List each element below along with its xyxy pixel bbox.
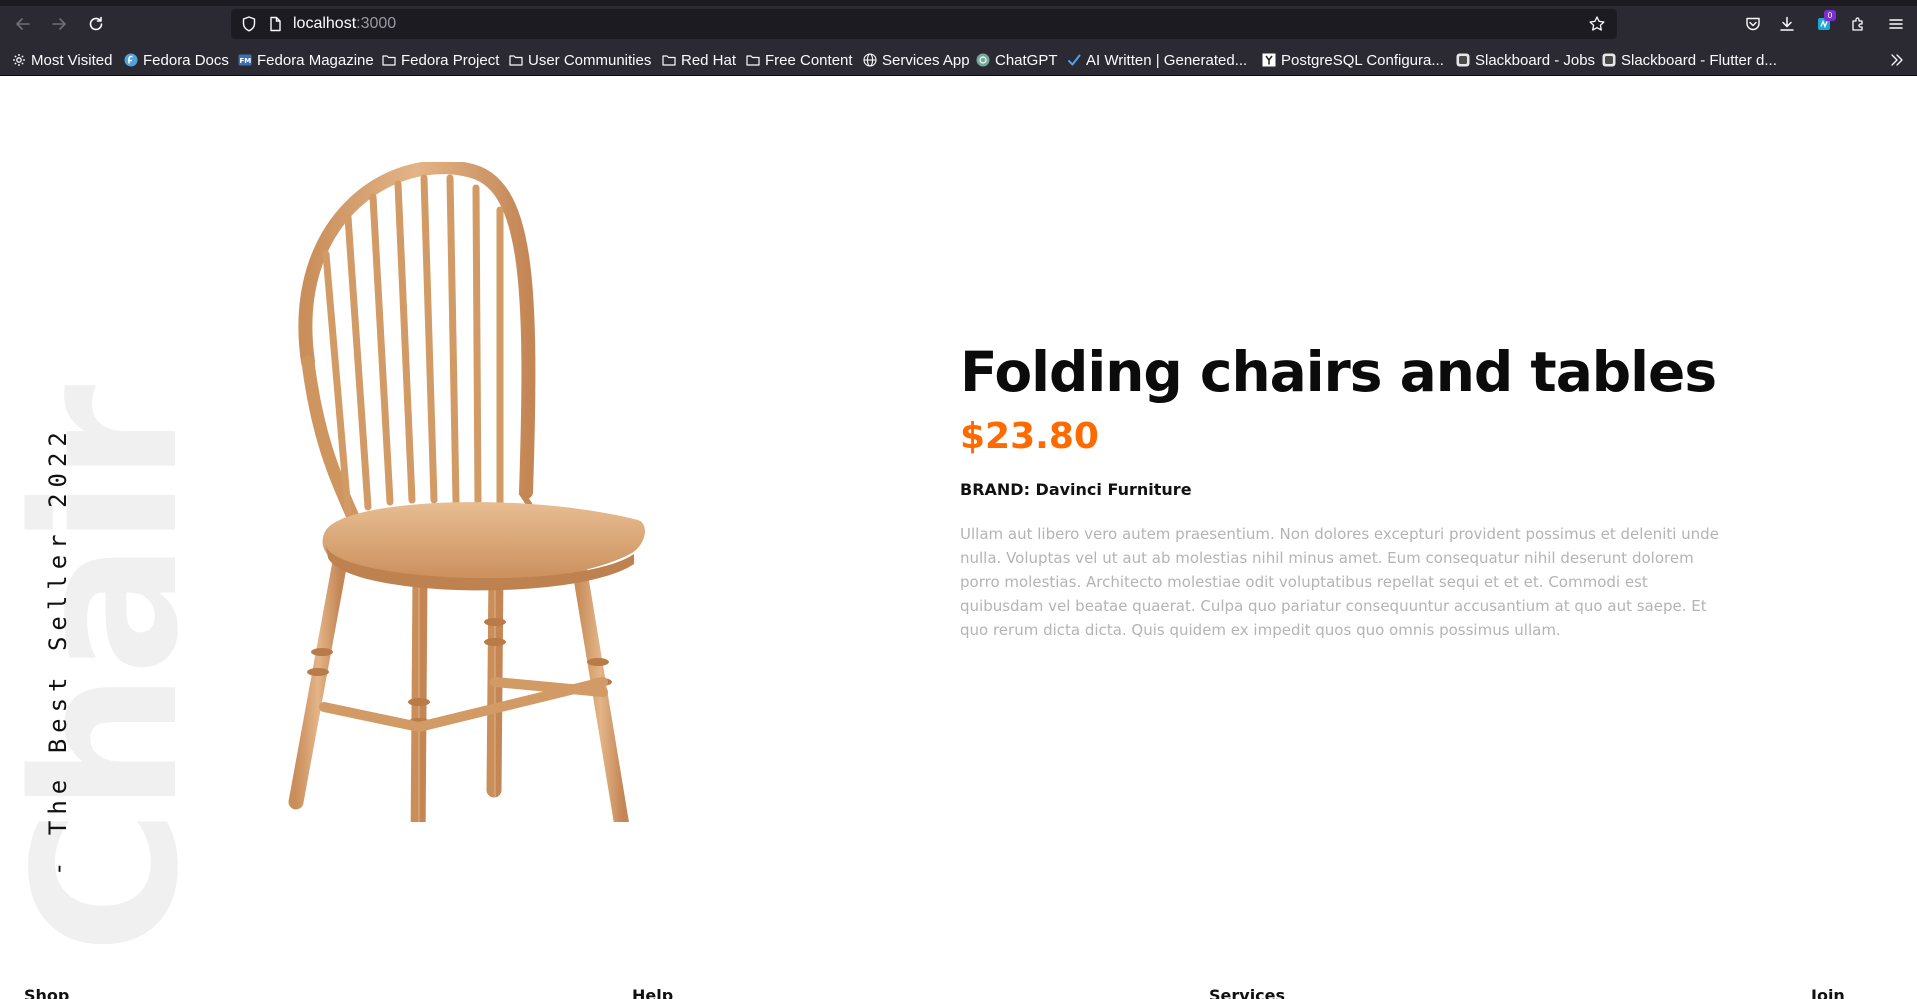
downloads-button[interactable] [1775, 12, 1799, 36]
arrow-right-icon [52, 18, 66, 30]
background-word: Chair [0, 388, 222, 954]
bookmark-ai-written[interactable]: AI Written | Generated... [1067, 49, 1247, 71]
forward-button[interactable] [46, 11, 72, 37]
bookmark-label: Free Content [765, 51, 853, 69]
reload-icon [89, 16, 103, 31]
download-icon [1780, 16, 1794, 31]
chatgpt-icon [976, 53, 990, 67]
browser-chrome: localhost:3000 0 Most Visited Fedora Doc… [0, 0, 1917, 76]
bookmark-free-content[interactable]: Free Content [746, 49, 853, 71]
folder-icon [662, 55, 676, 66]
puzzle-icon [1852, 17, 1863, 31]
bookmark-label: ChatGPT [995, 51, 1058, 69]
bookmark-label: Red Hat [681, 51, 737, 69]
extension-badge: 0 [1824, 10, 1836, 21]
bookmark-label: Fedora Magazine [257, 51, 374, 69]
folder-icon [509, 55, 523, 66]
url-host: localhost [293, 15, 357, 32]
bookmarks-overflow-button[interactable] [1890, 49, 1904, 71]
bookmark-most-visited[interactable]: Most Visited [12, 49, 112, 71]
bookmark-fedora-project[interactable]: Fedora Project [382, 49, 499, 71]
bookmark-postgresql[interactable]: PostgreSQL Configura... [1262, 49, 1444, 71]
product-page: Chair - The Best Seller 2022 Folding cha… [0, 76, 1917, 999]
extension-button[interactable]: 0 [1812, 10, 1836, 36]
url-text[interactable]: localhost:3000 [293, 15, 396, 33]
bookmark-services-app[interactable]: Services App [863, 49, 970, 71]
folder-icon [382, 55, 396, 66]
pocket-icon [1746, 17, 1760, 31]
pocket-button[interactable] [1741, 12, 1765, 36]
bookmark-label: Fedora Docs [143, 51, 229, 69]
bookmark-fedora-docs[interactable]: Fedora Docs [124, 49, 229, 71]
folder-icon [746, 55, 760, 66]
arrow-left-icon [16, 18, 30, 30]
footer-link-join[interactable]: Join [1811, 986, 1845, 999]
bookmark-fedora-magazine[interactable]: FM Fedora Magazine [238, 49, 374, 71]
bookmark-label: Services App [882, 51, 970, 69]
bookmark-label: AI Written | Generated... [1086, 51, 1248, 69]
page-icon[interactable] [266, 15, 284, 33]
bookmark-slackboard-flutter[interactable]: Slackboard - Flutter d... [1602, 49, 1777, 71]
slackboard-icon [1456, 53, 1470, 67]
gear-icon [13, 54, 25, 66]
address-bar[interactable]: localhost:3000 [231, 9, 1617, 39]
bookmark-label: User Communities [528, 51, 652, 69]
brand-value: Davinci Furniture [1035, 480, 1192, 499]
footer-link-shop[interactable]: Shop [24, 986, 69, 999]
bookmark-label: Most Visited [31, 51, 113, 69]
best-seller-tag: - The Best Seller 2022 [44, 426, 72, 876]
hamburger-menu-icon [1889, 19, 1903, 29]
footer-nav: Shop Help Services Join [0, 986, 1917, 999]
bookmark-label: Slackboard - Flutter d... [1621, 51, 1777, 69]
globe-icon [863, 53, 877, 67]
product-brand: BRAND: Davinci Furniture [960, 480, 1760, 500]
reload-button[interactable] [83, 11, 109, 37]
tab-strip [0, 0, 1917, 6]
product-title: Folding chairs and tables [960, 340, 1717, 404]
shield-icon[interactable] [240, 15, 258, 33]
brand-label: BRAND: [960, 480, 1036, 499]
bookmark-label: Fedora Project [401, 51, 500, 69]
extensions-menu-button[interactable] [1846, 12, 1870, 36]
back-button[interactable] [10, 11, 36, 37]
slackboard-icon [1602, 53, 1616, 67]
svg-text:FM: FM [240, 57, 252, 65]
bookmarks-toolbar: Most Visited Fedora Docs FM Fedora Magaz… [0, 47, 1917, 73]
product-price: $23.80 [960, 416, 1099, 457]
bookmark-label: PostgreSQL Configura... [1281, 51, 1444, 69]
url-port: :3000 [356, 15, 397, 32]
product-description: Ullam aut libero vero autem praesentium.… [960, 525, 1719, 639]
checkmark-icon [1068, 54, 1081, 66]
product-image-chair [288, 162, 645, 822]
fedora-magazine-icon: FM [238, 54, 252, 66]
footer-link-help[interactable]: Help [632, 986, 673, 999]
chevron-double-right-icon [1891, 54, 1903, 66]
bookmark-user-communities[interactable]: User Communities [509, 49, 651, 71]
bookmark-chatgpt[interactable]: ChatGPT [976, 49, 1058, 71]
footer-link-services[interactable]: Services [1209, 986, 1285, 999]
bookmark-slackboard-jobs[interactable]: Slackboard - Jobs [1456, 49, 1595, 71]
bookmark-label: Slackboard - Jobs [1475, 51, 1596, 69]
star-bookmark-icon[interactable] [1588, 15, 1606, 33]
app-menu-button[interactable] [1884, 12, 1908, 36]
fedora-icon [124, 53, 138, 67]
product-details: Folding chairs and tables $23.80 BRAND: … [960, 338, 1760, 642]
y-icon [1262, 53, 1276, 67]
bookmark-red-hat[interactable]: Red Hat [662, 49, 736, 71]
